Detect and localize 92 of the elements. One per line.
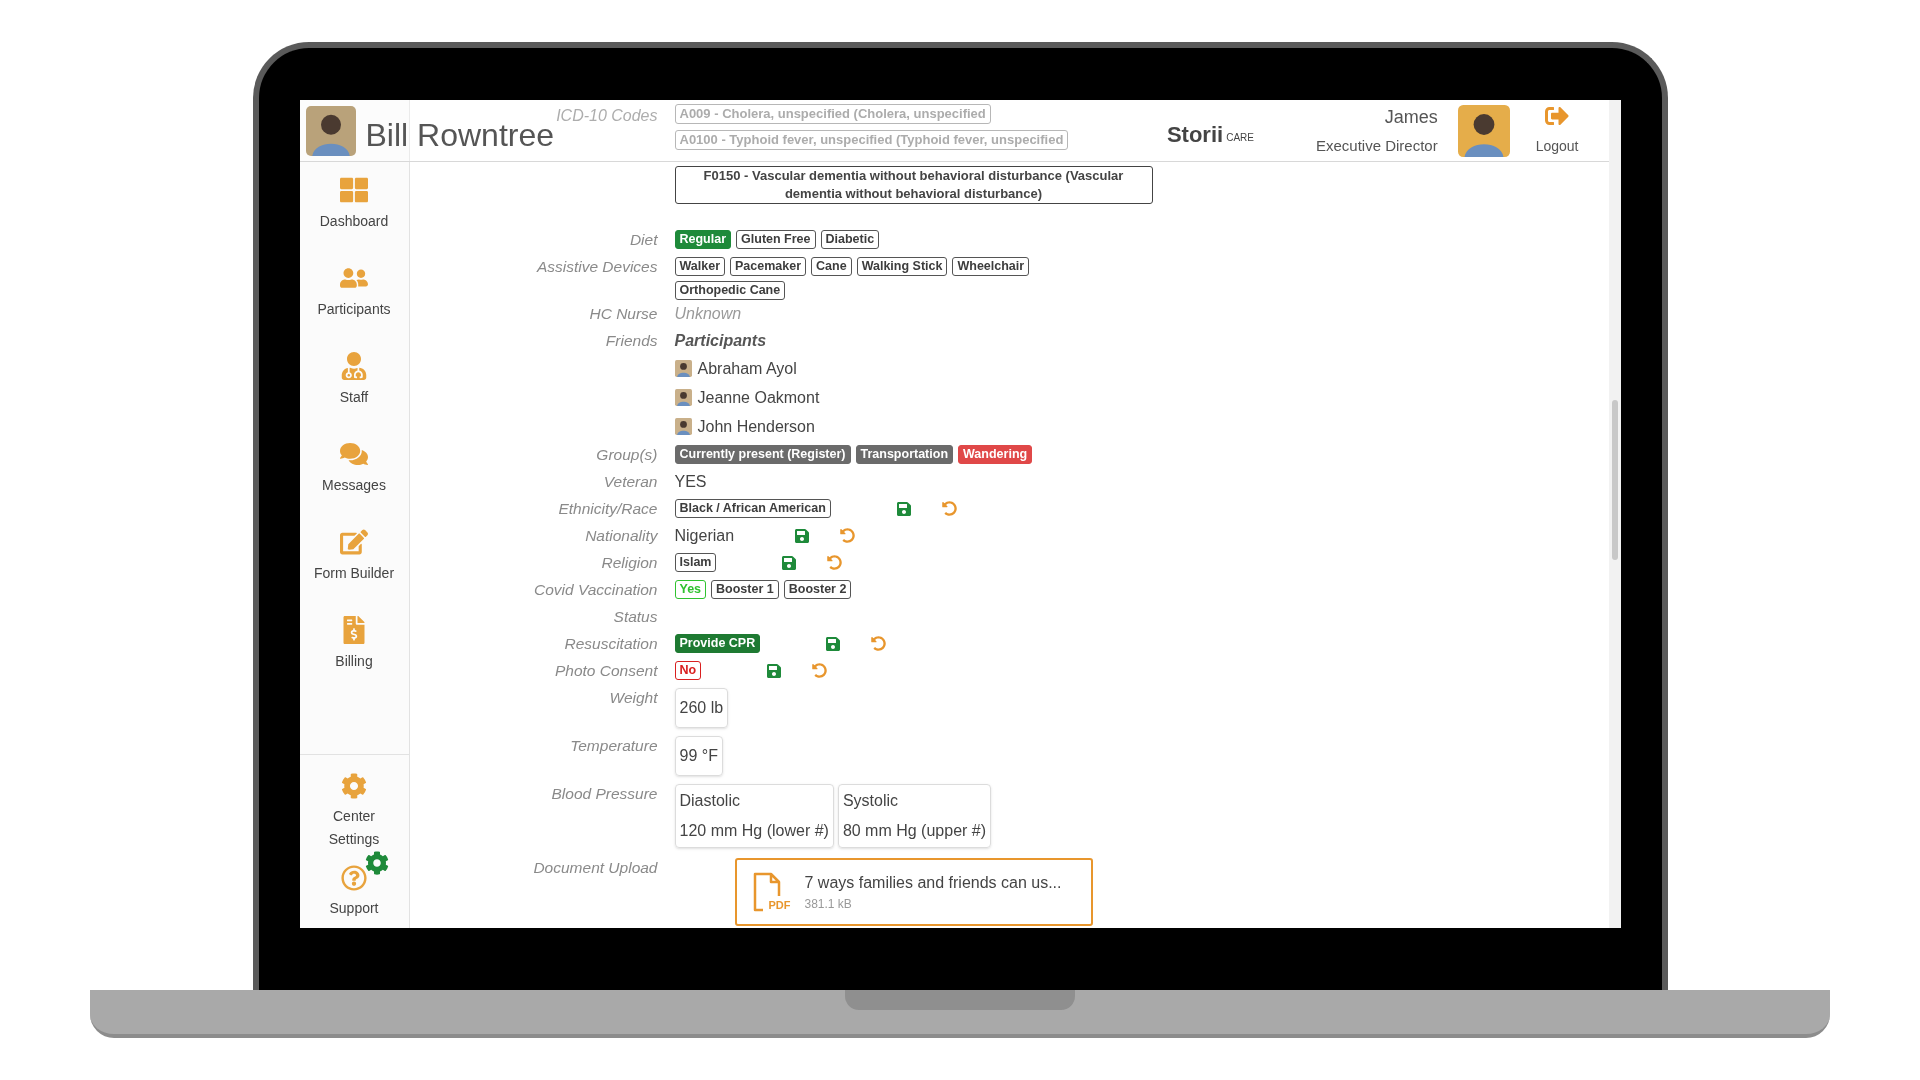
measurement-label: Systolic (842, 791, 899, 811)
tag[interactable]: Wheelchair (952, 257, 1030, 276)
field-label: ICD-10 Codes (555, 106, 659, 126)
field-label: Nationality (584, 526, 658, 546)
field-label: Document Upload (532, 858, 658, 878)
avatar-icon (674, 360, 692, 377)
nav-icon[interactable] (340, 440, 368, 468)
measurement-label: Diastolic (679, 791, 741, 811)
undo-icon[interactable] (871, 636, 887, 651)
tag[interactable]: Cane (811, 257, 852, 276)
patient-avatar (305, 105, 356, 156)
document-card[interactable]: PDF 7 ways families and friends can us... 381.1 kB (734, 858, 1093, 926)
tag[interactable]: Regular (674, 230, 732, 249)
document-size: 381.1 kB (804, 896, 853, 913)
tag[interactable]: Islam (674, 553, 717, 572)
field-label: HC Nurse (588, 304, 658, 324)
nav-item[interactable]: Form Builder (313, 563, 395, 584)
nav-icon[interactable] (340, 352, 368, 380)
logout-icon (1545, 104, 1570, 128)
document-title: 7 ways families and friends can us... (804, 873, 1062, 893)
help-icon[interactable] (341, 865, 367, 891)
field-label: Resuscitation (563, 634, 658, 654)
field-label: Group(s) (595, 445, 658, 465)
nav-item[interactable]: Participants (317, 299, 391, 320)
nav-item[interactable]: Staff (339, 387, 369, 408)
field-value: YES (674, 472, 707, 492)
tag[interactable]: Orthopedic Cane (674, 281, 786, 300)
tag[interactable]: Walker (674, 257, 726, 276)
field-label: Assistive Devices (535, 257, 658, 277)
undo-icon[interactable] (827, 555, 843, 570)
field-label: Temperature (569, 736, 658, 756)
friends-heading: Participants (674, 331, 768, 351)
gear-badge-icon (365, 851, 389, 875)
measurement-value: 120 mm Hg (lower #) (679, 821, 829, 841)
code-tag: F0150 - Vascular dementia without behavioral disturbance (Vascular dementia without behavioral disturbance) (674, 166, 1153, 204)
settings-icon[interactable] (341, 773, 367, 799)
user-avatar (1457, 104, 1510, 157)
nav-item[interactable]: Support (319, 897, 389, 920)
field-label: Covid Vaccination Status (533, 580, 658, 627)
tag[interactable]: Booster 1 (711, 580, 779, 599)
nav-icon[interactable] (340, 176, 368, 204)
measurement-box[interactable]: Diastolic 120 mm Hg (lower #) (674, 784, 834, 848)
nav-icon[interactable] (340, 528, 368, 556)
friend-name[interactable]: Jeanne Oakmont (697, 385, 820, 410)
field-label: Ethnicity/Race (557, 499, 658, 519)
code-tag: A009 - Cholera, unspecified (Cholera, unspecified (674, 104, 991, 124)
tag[interactable]: Provide CPR (674, 634, 761, 653)
nav-item[interactable]: Dashboard (319, 211, 389, 232)
tag[interactable]: Walking Stick (856, 257, 948, 276)
field-label: Photo Consent (553, 661, 658, 681)
save-icon[interactable] (825, 635, 842, 652)
field-label: Religion (600, 553, 658, 573)
field-label: Diet (628, 230, 658, 250)
save-icon[interactable] (781, 554, 798, 571)
user-name: James (1384, 105, 1438, 129)
tag[interactable]: Gluten Free (736, 230, 816, 249)
field-value[interactable]: 260 lb (674, 688, 729, 728)
tag[interactable]: Diabetic (820, 230, 880, 249)
field-value[interactable]: 99 °F (674, 736, 723, 776)
tag[interactable]: Wandering (958, 445, 1033, 464)
measurement-value: 80 mm Hg (upper #) (842, 821, 987, 841)
field-label: Weight (608, 688, 658, 708)
nav-item[interactable]: Billing (335, 651, 373, 672)
field-label: Blood Pressure (550, 784, 658, 804)
friend-name[interactable]: John Henderson (697, 414, 815, 439)
field-value: Nigerian (674, 526, 735, 546)
tag[interactable]: Currently present (Register) (674, 445, 851, 464)
save-icon[interactable] (794, 527, 811, 544)
tag[interactable]: Pacemaker (730, 257, 807, 276)
tag[interactable]: Booster 2 (783, 580, 852, 599)
undo-icon[interactable] (812, 663, 828, 678)
tag[interactable]: Transportation (855, 445, 954, 464)
tag[interactable]: Black / African American (674, 499, 831, 518)
field-label: Veteran (602, 472, 658, 492)
nav-item[interactable]: Center Settings (319, 805, 389, 851)
code-tag: A0100 - Typhoid fever, unspecified (Typhoid fever, unspecified (674, 130, 1069, 150)
undo-icon[interactable] (941, 501, 957, 516)
logout-button[interactable]: Logout (1535, 104, 1579, 157)
field-label: Friends (604, 331, 658, 351)
save-icon[interactable] (766, 662, 783, 679)
scrollbar[interactable] (1608, 100, 1621, 928)
measurement-box[interactable]: Systolic 80 mm Hg (upper #) (837, 784, 992, 848)
avatar-icon (674, 418, 692, 435)
nav-item[interactable]: Messages (322, 475, 386, 496)
tag[interactable]: No (674, 661, 702, 680)
avatar-icon (674, 389, 692, 406)
undo-icon[interactable] (840, 528, 856, 543)
friend-name[interactable]: Abraham Ayol (697, 356, 797, 381)
save-icon[interactable] (895, 500, 912, 517)
patient-name: Bill Rowntree (365, 115, 554, 155)
user-role: Executive Director (1315, 135, 1438, 156)
field-value: Unknown (674, 304, 742, 324)
